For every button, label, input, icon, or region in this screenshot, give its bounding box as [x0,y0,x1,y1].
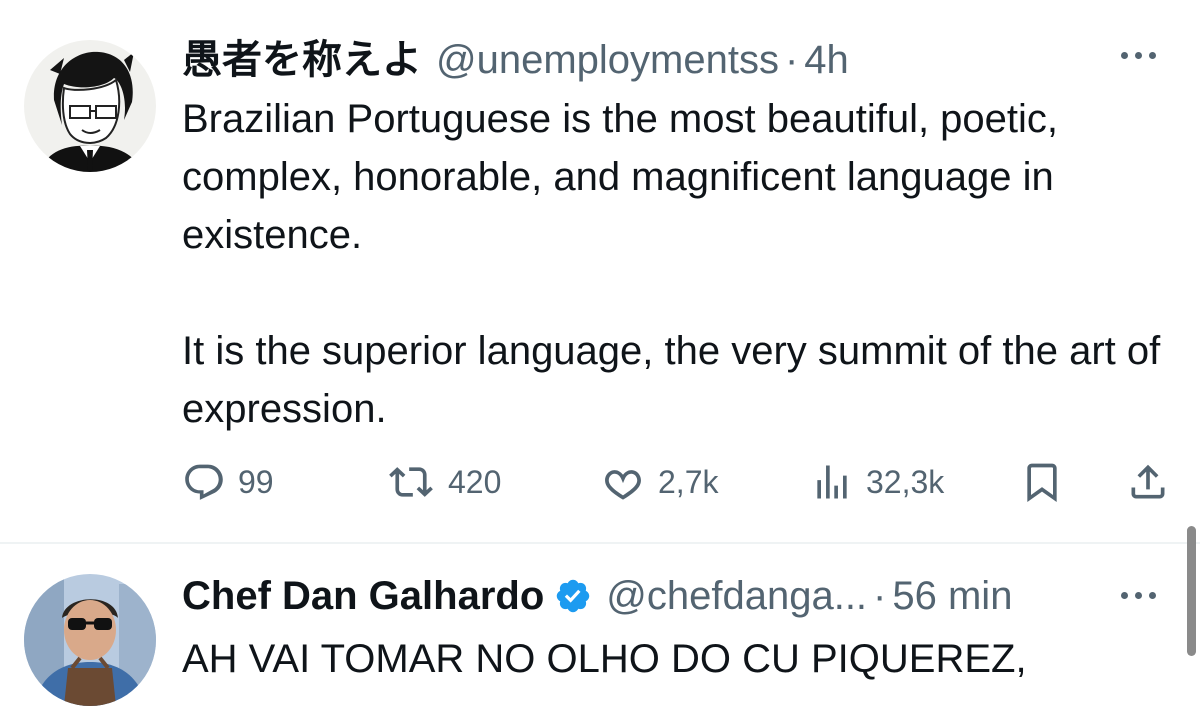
tweet[interactable]: 愚者を称えよ @unemploymentss · 4h Brazilian Po… [0,0,1200,542]
tweet[interactable]: Chef Dan Galhardo @chefdanga... · 56 min… [0,544,1200,706]
tweet-paragraph: Brazilian Portuguese is the most beautif… [182,97,1059,257]
separator: · [784,38,799,82]
tweet-paragraph: It is the superior language, the very su… [182,329,1161,431]
tweet-paragraph: AH VAI TOMAR NO OLHO DO CU PIQUEREZ, [182,637,1027,681]
scrollbar[interactable] [1187,526,1196,656]
timestamp[interactable]: 56 min [892,572,1012,620]
retweet-count: 420 [448,463,502,500]
tweet-header: 愚者を称えよ @unemploymentss · 4h [182,36,849,84]
like-button[interactable]: 2,7k [600,458,718,506]
reply-button[interactable]: 99 [182,458,274,506]
reply-icon [185,464,223,500]
share-icon [1131,464,1165,499]
tweet-text: Brazilian Portuguese is the most beautif… [182,90,1182,438]
like-icon [605,470,641,500]
retweet-button[interactable]: 420 [386,458,501,506]
views-button[interactable]: 32,3k [810,458,944,506]
avatar[interactable] [24,574,156,706]
separator: · [873,574,887,618]
timestamp[interactable]: 4h [804,36,849,84]
action-bar: 99 420 2,7k 32,3k [182,458,1172,506]
verified-badge-icon [554,577,592,615]
tweet-header: Chef Dan Galhardo @chefdanga... · 56 min [182,572,1012,620]
retweet-icon [389,467,433,497]
user-handle[interactable]: @unemploymentss [436,36,779,84]
avatar[interactable] [24,40,156,172]
bookmark-icon [1027,463,1057,503]
display-name[interactable]: Chef Dan Galhardo [182,572,544,620]
view-count: 32,3k [866,463,945,500]
views-icon [817,465,847,499]
more-icon[interactable] [1121,52,1156,59]
bookmark-button[interactable] [1020,458,1064,506]
reply-count: 99 [238,463,274,500]
like-count: 2,7k [658,463,719,500]
share-button[interactable] [1126,458,1170,506]
user-handle[interactable]: @chefdanga... [606,572,867,620]
tweet-text: AH VAI TOMAR NO OLHO DO CU PIQUEREZ, [182,630,1182,688]
display-name[interactable]: 愚者を称えよ [182,36,422,84]
more-icon[interactable] [1121,592,1156,599]
